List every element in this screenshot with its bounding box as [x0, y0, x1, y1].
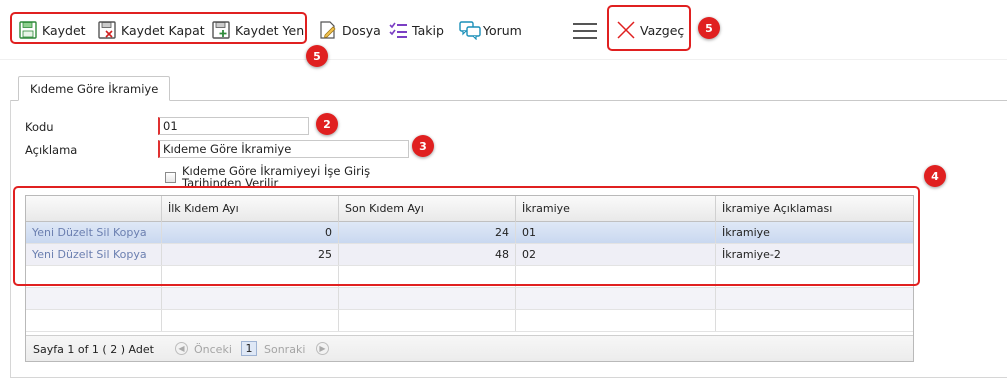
file-label: Dosya: [342, 22, 381, 38]
badge-4: 4: [924, 165, 946, 187]
file-button[interactable]: Dosya: [318, 17, 381, 43]
prev-page-button[interactable]: Önceki: [194, 343, 232, 356]
track-label: Takip: [412, 22, 444, 38]
description-input[interactable]: [158, 140, 409, 158]
hire-date-checkbox[interactable]: [165, 172, 176, 183]
cancel-highlight: [607, 5, 691, 51]
chat-bubbles-icon: [459, 20, 481, 41]
save-group-highlight: [10, 12, 307, 44]
grid-pager: Sayfa 1 of 1 ( 2 ) Adet ◀ Önceki 1 Sonra…: [26, 335, 913, 361]
toolbar: Kaydet Kaydet Kapat Kaydet Yeni 5 Dosya …: [0, 0, 1007, 67]
description-label: Açıklama: [25, 143, 78, 157]
next-page-icon[interactable]: ▶: [316, 342, 329, 355]
track-button[interactable]: Takip: [388, 17, 444, 43]
comment-label: Yorum: [483, 22, 522, 38]
comment-button[interactable]: Yorum: [459, 17, 522, 43]
next-page-button[interactable]: Sonraki: [264, 343, 305, 356]
hamburger-menu-icon[interactable]: [573, 22, 597, 40]
badge-5-cancel: 5: [698, 17, 720, 39]
page-number[interactable]: 1: [241, 341, 257, 356]
empty-row: [26, 310, 913, 332]
badge-5-save: 5: [306, 45, 328, 67]
file-pencil-icon: [318, 20, 338, 40]
badge-3: 3: [412, 135, 434, 157]
prev-page-icon[interactable]: ◀: [175, 342, 188, 355]
tab-kideme-gore-ikramiye[interactable]: Kıdeme Göre İkramiye: [18, 76, 171, 101]
empty-row: [26, 288, 913, 310]
tab-strip: Kıdeme Göre İkramiye: [10, 76, 1007, 101]
checklist-icon: [388, 20, 408, 40]
badge-2: 2: [316, 113, 338, 135]
code-input[interactable]: [158, 117, 309, 135]
code-label: Kodu: [25, 120, 54, 134]
grid-highlight: [13, 186, 920, 286]
pager-summary: Sayfa 1 of 1 ( 2 ) Adet: [33, 343, 154, 356]
